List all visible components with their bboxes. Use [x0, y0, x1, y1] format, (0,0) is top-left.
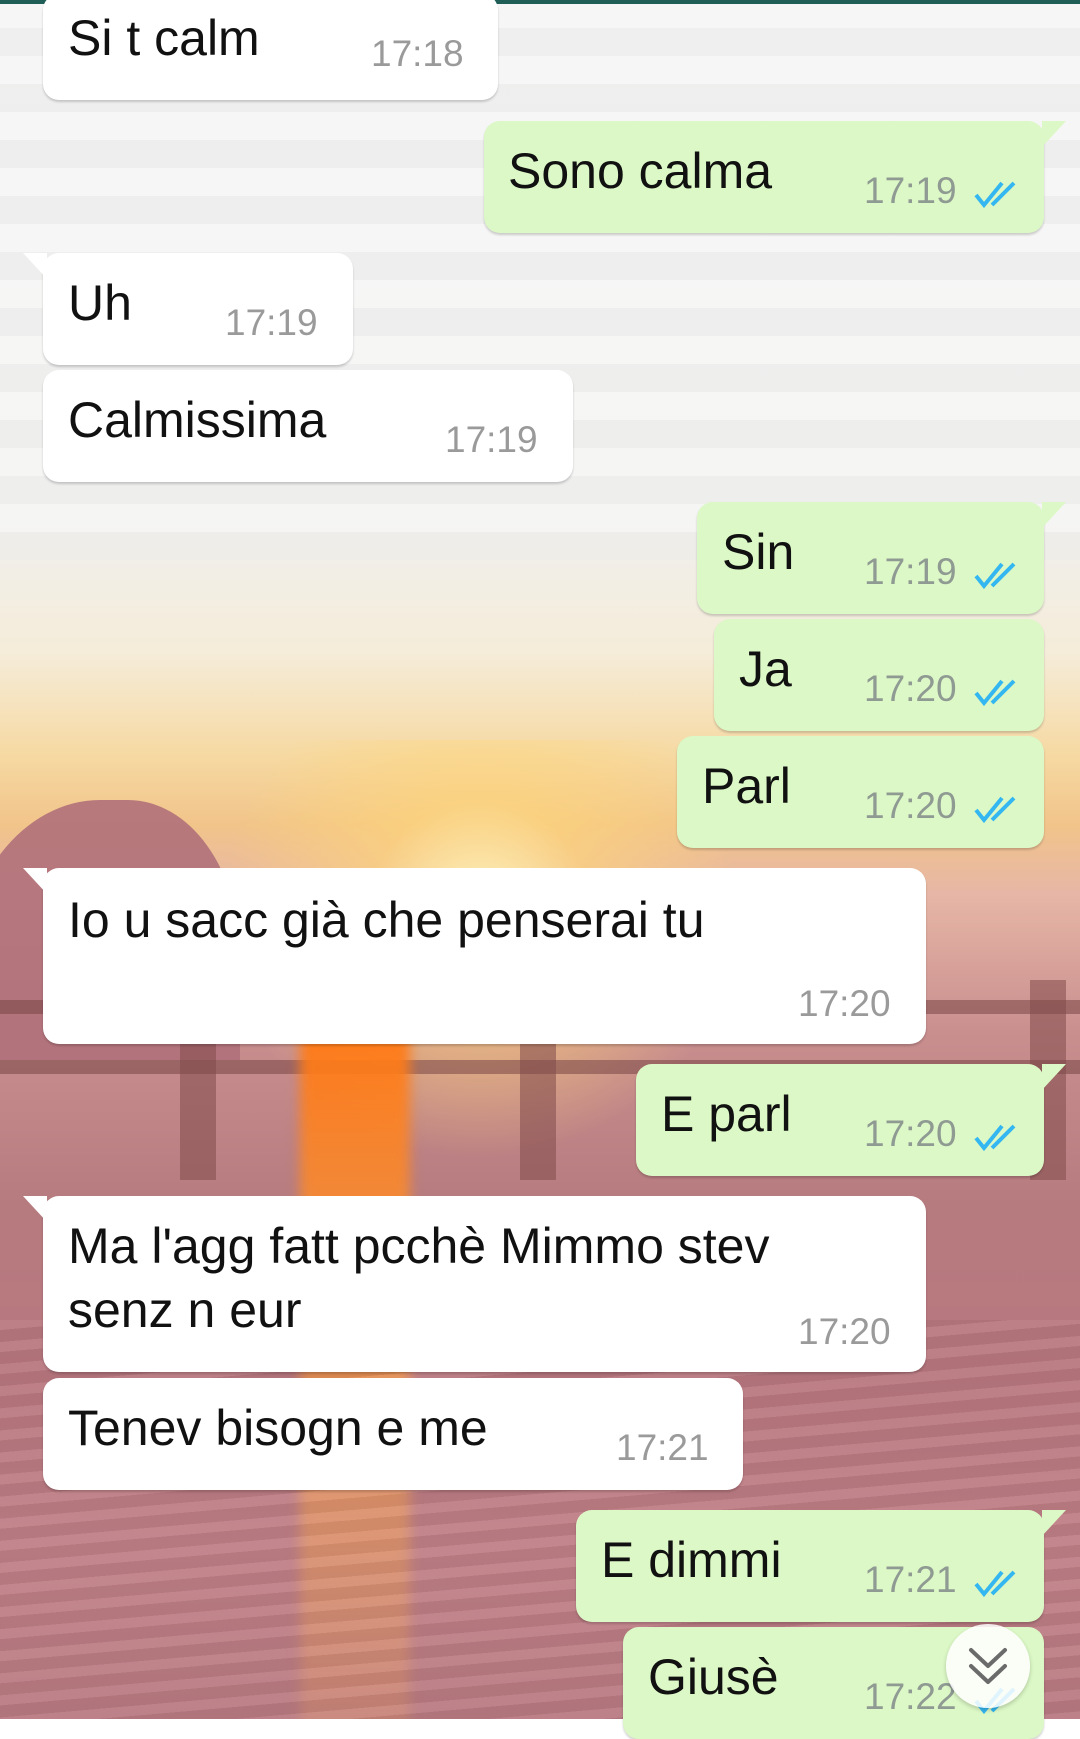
message-outgoing[interactable]: Ja 17:20 — [714, 619, 1044, 731]
message-text: E dimmi — [601, 1532, 782, 1588]
message-time: 17:20 — [798, 1311, 891, 1352]
double-check-icon — [974, 1568, 1020, 1598]
message-text: Tenev bisogn e me — [68, 1400, 488, 1456]
message-text: Sono calma — [508, 143, 773, 199]
double-check-icon — [974, 677, 1020, 707]
message-text: Giusè — [648, 1649, 779, 1705]
message-outgoing[interactable]: Sin 17:19 — [697, 502, 1066, 614]
message-time: 17:18 — [371, 33, 464, 74]
double-check-icon — [974, 794, 1020, 824]
message-incoming[interactable]: Tenev bisogn e me 17:21 — [43, 1378, 743, 1490]
message-time: 17:20 — [864, 668, 957, 709]
message-text: Ja — [739, 641, 792, 697]
message-text: Io u sacc già che penserai tu — [68, 892, 705, 948]
message-time: 17:19 — [225, 302, 318, 343]
message-text: Calmissima — [68, 392, 327, 448]
message-text: Sin — [722, 524, 795, 580]
message-incoming[interactable]: Uh 17:19 — [23, 253, 353, 365]
message-time: 17:22 — [864, 1676, 957, 1717]
message-time: 17:20 — [864, 785, 957, 826]
message-time: 17:19 — [445, 419, 538, 460]
double-check-icon — [974, 179, 1020, 209]
scroll-to-bottom-button[interactable] — [946, 1624, 1030, 1708]
double-check-icon — [974, 1122, 1020, 1152]
message-incoming[interactable]: Si t calm 17:18 — [43, 0, 498, 100]
message-time: 17:20 — [798, 983, 891, 1024]
message-time: 17:21 — [616, 1427, 709, 1468]
message-time: 17:19 — [864, 170, 957, 211]
message-outgoing[interactable]: Parl 17:20 — [677, 736, 1044, 848]
message-time: 17:20 — [864, 1113, 957, 1154]
message-outgoing[interactable]: E parl 17:20 — [636, 1064, 1066, 1176]
message-time: 17:21 — [864, 1559, 957, 1600]
message-incoming[interactable]: Ma l'agg fatt pcchè Mimmo stev senz n eu… — [23, 1196, 926, 1372]
message-text: E parl — [661, 1086, 792, 1142]
message-incoming[interactable]: Calmissima 17:19 — [43, 370, 573, 482]
message-outgoing[interactable]: E dimmi 17:21 — [576, 1510, 1066, 1622]
message-incoming[interactable]: Io u sacc già che penserai tu 17:20 — [23, 868, 926, 1044]
message-time: 17:19 — [864, 551, 957, 592]
message-text: Parl — [702, 758, 791, 814]
double-chevron-down-icon — [969, 1648, 1007, 1684]
double-check-icon — [974, 560, 1020, 590]
message-outgoing[interactable]: Sono calma 17:19 — [484, 121, 1066, 233]
message-text-line2: senz n eur — [68, 1282, 302, 1338]
message-text: Si t calm — [68, 10, 260, 66]
message-text-line1: Ma l'agg fatt pcchè Mimmo stev — [68, 1218, 770, 1274]
message-text: Uh — [68, 275, 132, 331]
